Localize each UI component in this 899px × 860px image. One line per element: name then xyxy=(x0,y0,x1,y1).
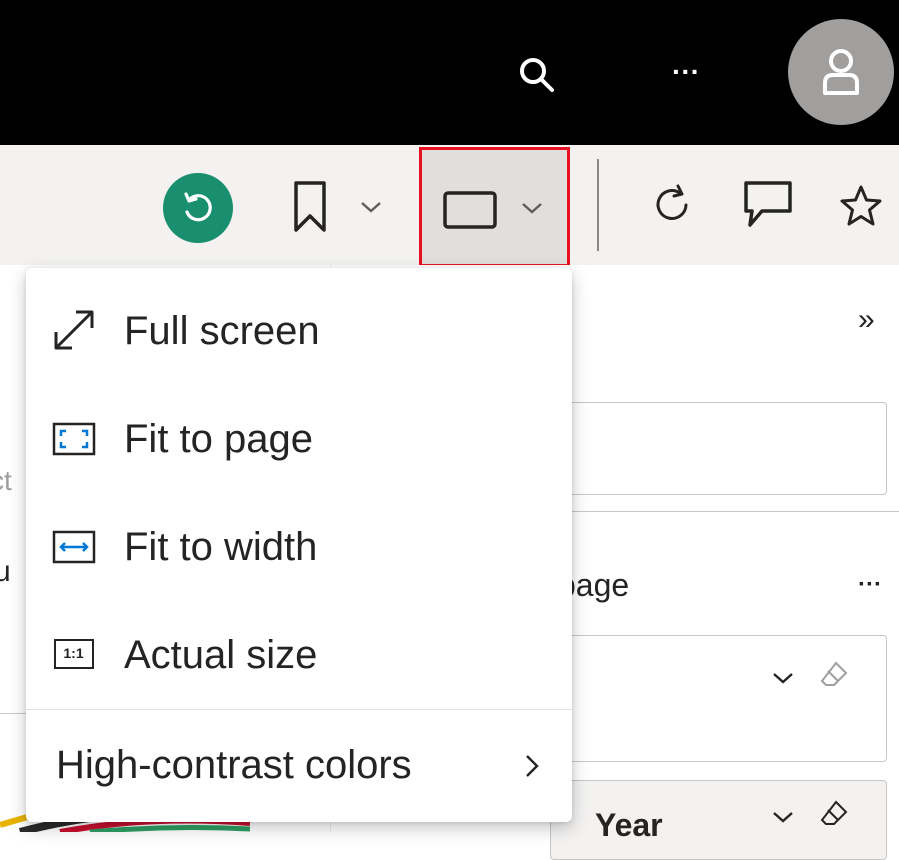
menu-item-label: Fit to page xyxy=(124,417,314,461)
menu-item-label: Fit to width xyxy=(124,525,318,569)
bookmark-chevron-down-icon[interactable] xyxy=(359,199,383,215)
view-dropdown-menu: Full screen Fit to page Fit to width 1:1… xyxy=(26,268,572,822)
filter-card[interactable] xyxy=(550,635,887,762)
section-more-button[interactable]: ··· xyxy=(858,571,882,599)
reset-button[interactable] xyxy=(163,173,233,243)
clear-filter-eraser-icon[interactable] xyxy=(819,799,849,829)
filter-expand-chevron-icon[interactable] xyxy=(771,670,795,686)
star-icon[interactable] xyxy=(838,183,884,229)
more-options-button[interactable]: ··· xyxy=(664,52,708,92)
menu-item-actual-size[interactable]: 1:1 Actual size xyxy=(26,598,572,706)
menu-item-label: Actual size xyxy=(124,633,318,677)
fit-to-page-icon xyxy=(52,422,96,456)
actual-size-icon-text: 1:1 xyxy=(63,645,84,661)
bookmark-icon[interactable] xyxy=(292,180,328,234)
toolbar-divider xyxy=(597,159,599,251)
filters-divider xyxy=(550,511,899,512)
menu-item-label: High-contrast colors xyxy=(56,743,412,787)
comment-icon[interactable] xyxy=(742,179,794,229)
filter-search-input[interactable]: n xyxy=(550,402,887,495)
view-page-icon xyxy=(443,191,497,229)
menu-item-full-screen[interactable]: Full screen xyxy=(26,274,572,382)
filter-card-year-title: Year xyxy=(595,807,663,843)
actual-size-icon: 1:1 xyxy=(54,639,94,669)
view-button[interactable] xyxy=(419,147,570,267)
canvas-partial-text: u xyxy=(0,555,11,588)
fit-to-width-icon xyxy=(52,530,96,564)
menu-divider xyxy=(26,709,572,710)
filter-expand-chevron-icon[interactable] xyxy=(771,809,795,825)
menu-item-fit-to-width[interactable]: Fit to width xyxy=(26,490,572,598)
expand-pane-button[interactable]: » xyxy=(858,303,875,337)
clear-filter-eraser-icon[interactable] xyxy=(819,660,849,690)
menu-item-label: Full screen xyxy=(124,309,320,353)
top-header: ··· xyxy=(0,0,899,145)
reset-icon xyxy=(184,192,212,222)
user-icon xyxy=(823,49,859,95)
menu-item-high-contrast-colors[interactable]: High-contrast colors xyxy=(26,712,572,816)
report-toolbar xyxy=(0,145,899,267)
view-chevron-down-icon xyxy=(522,203,542,214)
search-icon[interactable] xyxy=(518,56,558,96)
refresh-icon[interactable] xyxy=(651,183,695,227)
chevron-right-icon xyxy=(526,755,539,777)
canvas-partial-text: ct xyxy=(0,465,12,496)
filter-card-year[interactable]: Year xyxy=(550,780,887,860)
full-screen-icon xyxy=(54,310,94,350)
avatar[interactable] xyxy=(788,19,894,125)
menu-item-fit-to-page[interactable]: Fit to page xyxy=(26,382,572,490)
